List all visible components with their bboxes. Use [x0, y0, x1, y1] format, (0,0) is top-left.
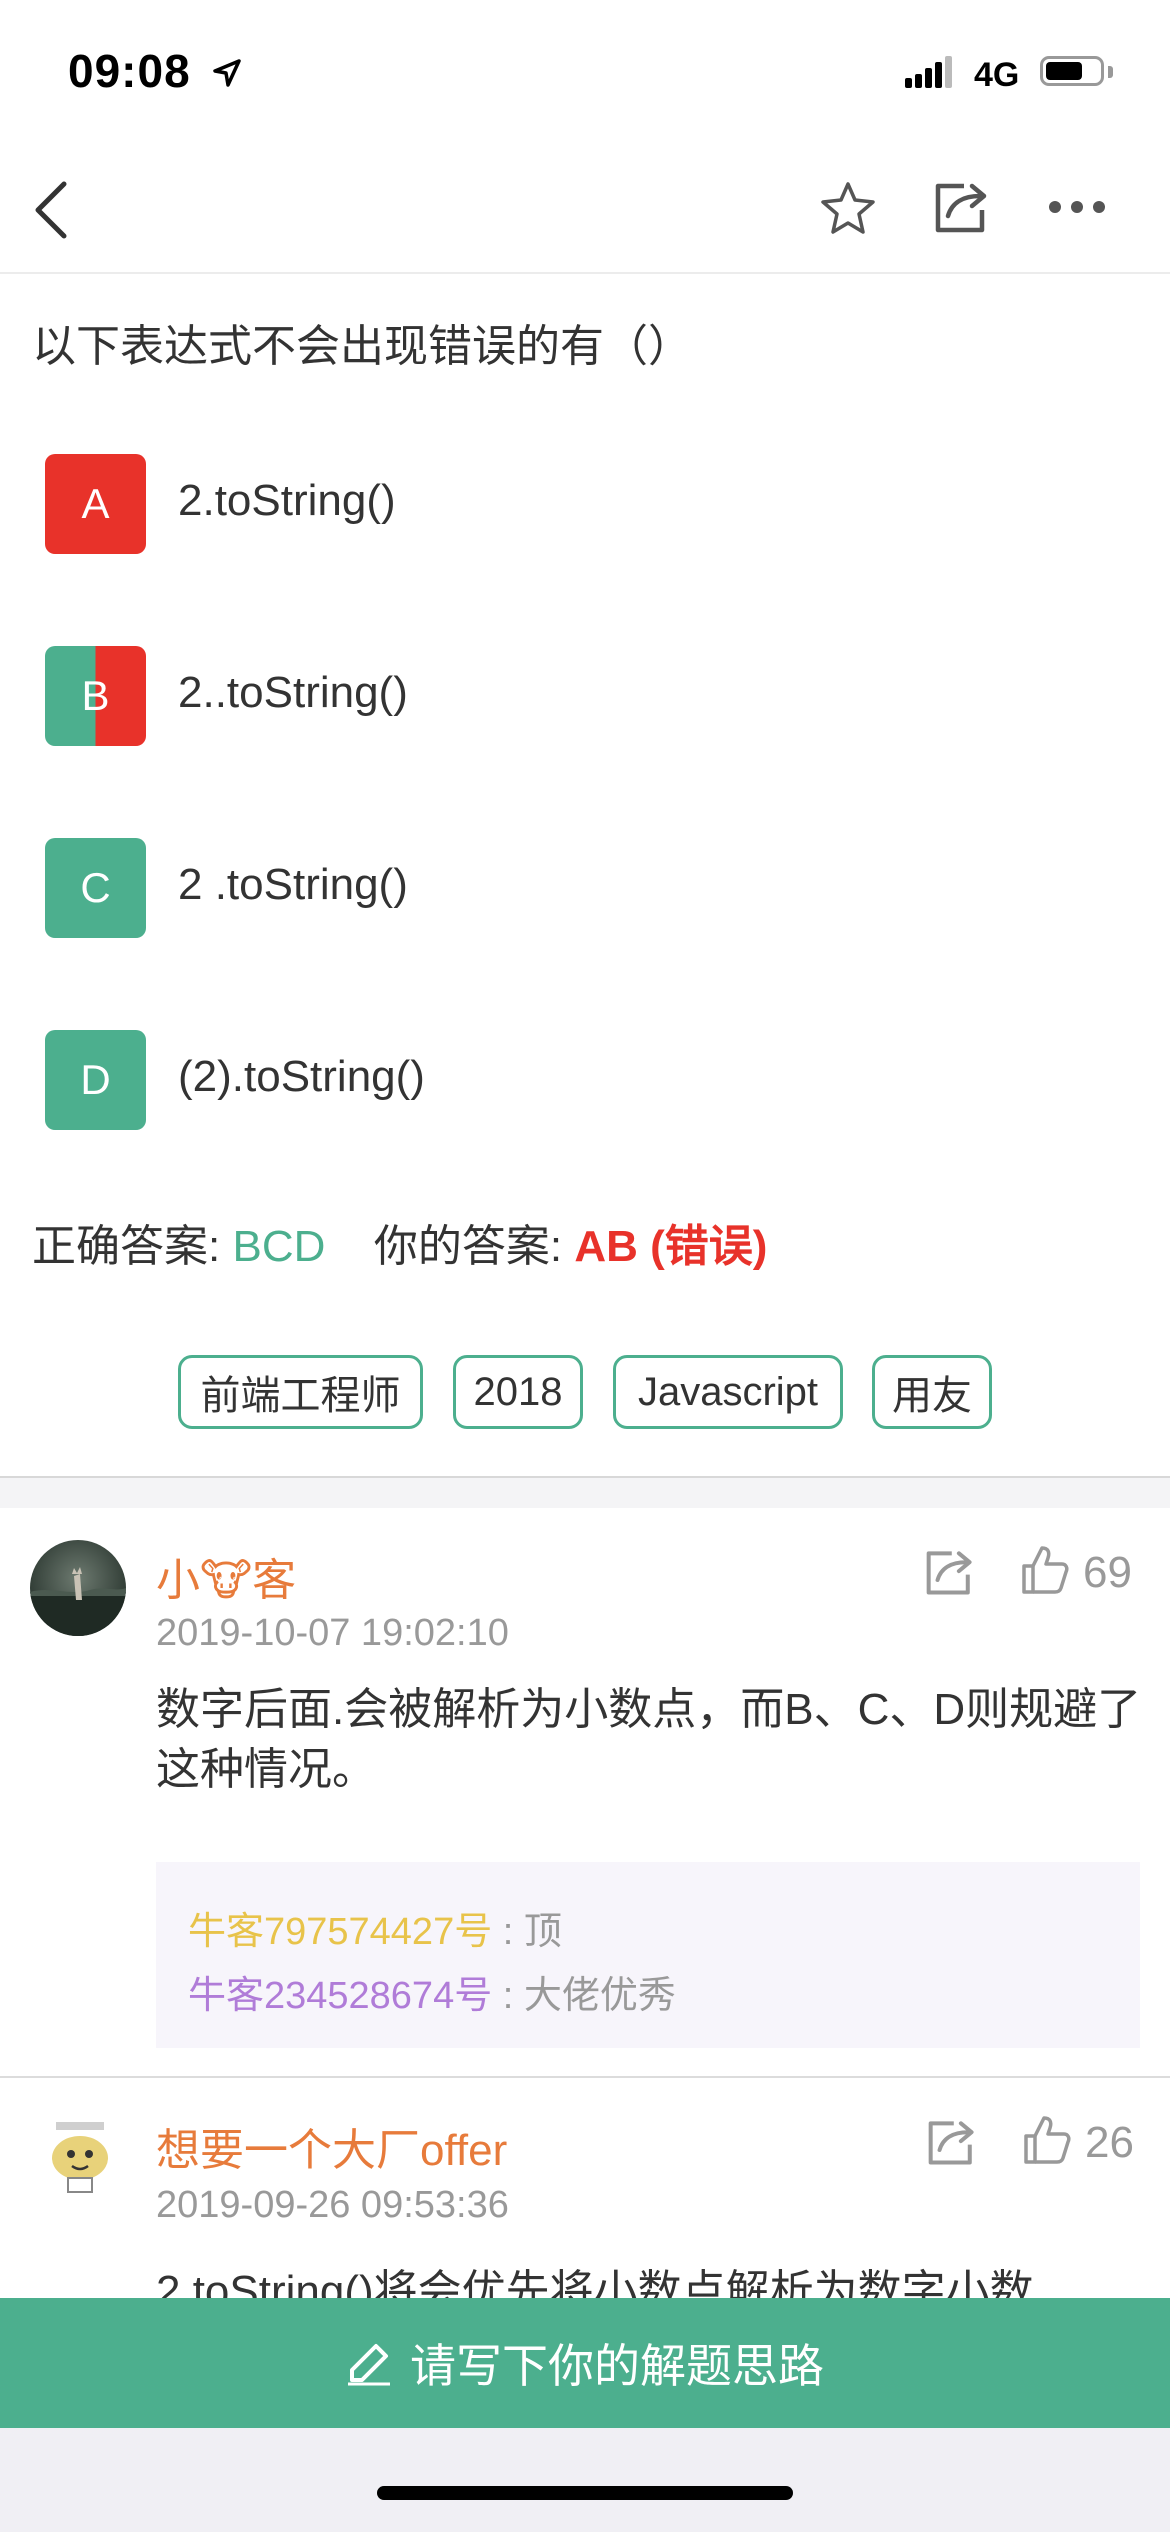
comment-date: 2019-09-26 09:53:36	[156, 2184, 509, 2226]
your-answer-label: 你的答案:	[373, 1222, 563, 1271]
option-b-badge[interactable]: B	[45, 646, 146, 746]
write-answer-label: 请写下你的解题思路	[410, 2340, 824, 2392]
reply-item: 牛客797574427号 : 顶	[188, 1900, 562, 1955]
comment-body: 数字后面.会被解析为小数点，而B、C、D则规避了这种情况。	[156, 1685, 1142, 1794]
reply-item: 牛客234528674号 : 大佬优秀	[188, 1964, 676, 2019]
comment-author[interactable]: 想要一个大厂offer	[156, 2114, 507, 2178]
option-b-letter: B	[81, 672, 110, 719]
write-answer-button[interactable]: 请写下你的解题思路	[0, 2298, 1170, 2428]
option-c-letter: C	[80, 864, 111, 911]
thumbs-up-icon[interactable]	[1020, 1544, 1070, 1596]
network-type: 4G	[974, 56, 1020, 94]
reply-user[interactable]: 牛客234528674号	[188, 1975, 492, 2017]
star-icon[interactable]	[818, 180, 878, 236]
correct-answer-value: BCD	[232, 1222, 326, 1271]
reply-separator: :	[492, 1975, 524, 2017]
nav-divider	[0, 272, 1170, 274]
pencil-icon	[348, 2344, 390, 2386]
reply-text: 大佬优秀	[523, 1975, 676, 2017]
avatar[interactable]	[30, 1540, 126, 1636]
share-icon[interactable]	[934, 180, 990, 234]
option-a-letter: A	[81, 480, 110, 527]
reply-separator: :	[492, 1911, 524, 1953]
comment-body-clip: 2.toString()将会优先将小数点解析为数字小数	[156, 2262, 1146, 2298]
correct-answer-label: 正确答案:	[32, 1222, 221, 1271]
comment-share-icon[interactable]	[924, 1548, 976, 1596]
tag-frontend[interactable]: 前端工程师	[178, 1355, 423, 1429]
your-answer-value: AB (错误)	[574, 1222, 768, 1271]
comment-divider	[0, 2076, 1170, 2078]
option-a-text[interactable]: 2.toString()	[178, 476, 396, 526]
option-d-badge[interactable]: D	[45, 1030, 146, 1130]
answer-line: 正确答案: BCD 你的答案: AB (错误)	[32, 1210, 767, 1274]
question-text: 以下表达式不会出现错误的有（）	[32, 322, 692, 371]
comment-date: 2019-10-07 19:02:10	[156, 1612, 509, 1654]
location-arrow-icon	[213, 59, 241, 87]
tag-company[interactable]: 用友	[872, 1355, 992, 1429]
option-c-badge[interactable]: C	[45, 838, 146, 938]
like-count: 69	[1083, 1548, 1132, 1597]
battery-tip	[1108, 66, 1113, 78]
tag-year[interactable]: 2018	[453, 1355, 583, 1429]
reply-text: 顶	[523, 1911, 562, 1953]
option-a-badge[interactable]: A	[45, 454, 146, 554]
option-b-text[interactable]: 2..toString()	[178, 668, 408, 718]
back-icon[interactable]	[30, 178, 70, 242]
like-count: 26	[1085, 2118, 1134, 2167]
option-d-text[interactable]: (2).toString()	[178, 1052, 425, 1102]
option-c-text[interactable]: 2 .toString()	[178, 860, 408, 910]
home-indicator[interactable]	[377, 2486, 793, 2500]
section-gap	[0, 1478, 1170, 1508]
more-icon[interactable]	[1046, 198, 1108, 216]
option-d-letter: D	[80, 1056, 111, 1103]
comment-share-icon[interactable]	[926, 2118, 978, 2166]
signal-icon	[905, 56, 957, 88]
avatar[interactable]	[34, 2108, 126, 2200]
thumbs-up-icon[interactable]	[1022, 2114, 1072, 2166]
home-area	[0, 2428, 1170, 2532]
reply-user[interactable]: 牛客797574427号	[188, 1911, 492, 1953]
battery-icon	[1040, 56, 1104, 86]
reply-box	[156, 1862, 1140, 2048]
comment-body: 2.toString()将会优先将小数点解析为数字小数	[156, 2267, 1034, 2298]
status-time: 09:08	[68, 45, 191, 97]
comment-author[interactable]: 小🐮客	[156, 1544, 296, 1608]
tag-javascript[interactable]: Javascript	[613, 1355, 843, 1429]
